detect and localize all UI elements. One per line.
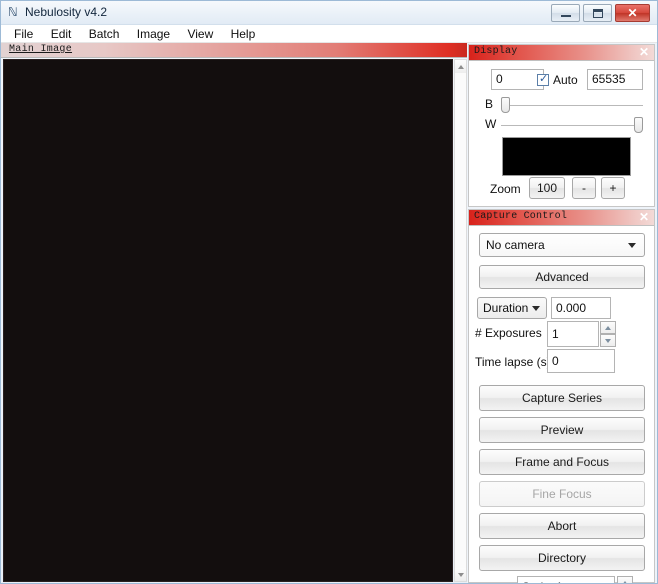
menu-item-file[interactable]: File <box>7 25 40 42</box>
scrollbar-track[interactable] <box>455 73 466 568</box>
black-slider-row: B <box>479 95 643 115</box>
app-icon: ℕ <box>8 5 18 19</box>
exposures-increment-button[interactable] <box>600 321 616 334</box>
time-lapse-label: Time lapse (s) <box>475 355 551 369</box>
chevron-down-icon <box>628 243 636 248</box>
black-slider-track[interactable] <box>501 105 643 106</box>
application-window: ℕ Nebulosity v4.2 ✕ File Edit Batch Imag… <box>0 0 658 584</box>
advanced-button[interactable]: Advanced <box>479 265 645 289</box>
tab-main-image[interactable]: Main Image <box>9 44 72 55</box>
capture-panel-body: No camera Advanced Duration 0.000 # Expo… <box>469 226 654 583</box>
menu-item-help[interactable]: Help <box>224 25 263 42</box>
duration-input[interactable]: 0.000 <box>551 297 611 319</box>
exposures-decrement-button[interactable] <box>600 334 616 347</box>
series-name-stepper[interactable] <box>617 576 633 583</box>
auto-checkbox[interactable] <box>537 72 549 86</box>
white-slider-thumb[interactable] <box>634 117 643 133</box>
black-slider-thumb[interactable] <box>501 97 510 113</box>
display-panel-body: 0 Auto 65535 B W <box>469 61 654 206</box>
maximize-button[interactable] <box>583 4 612 22</box>
main-image-pane: Main Image <box>1 43 467 583</box>
minimize-button[interactable] <box>551 4 580 22</box>
abort-button[interactable]: Abort <box>479 513 645 539</box>
display-panel: Display ✕ 0 Auto 65535 B <box>468 44 655 207</box>
menu-item-view[interactable]: View <box>180 25 220 42</box>
capture-panel-caption: Capture Control ✕ <box>469 210 654 226</box>
zoom-out-button[interactable]: - <box>572 177 596 199</box>
menubar: File Edit Batch Image View Help <box>1 25 657 43</box>
zoom-value-button[interactable]: 100 <box>529 177 565 199</box>
display-panel-caption: Display ✕ <box>469 45 654 61</box>
histogram-preview <box>502 137 631 176</box>
scroll-up-arrow-icon[interactable] <box>455 60 466 73</box>
zoom-label: Zoom <box>490 182 521 196</box>
close-icon: ✕ <box>627 6 638 20</box>
menu-item-edit[interactable]: Edit <box>44 25 79 42</box>
content-area: Main Image Display ✕ 0 ✓ Auto 65535 B W … <box>1 43 657 583</box>
capture-control-panel: Capture Control ✕ No camera Advanced Dur… <box>468 209 655 583</box>
camera-select-value: No camera <box>486 238 545 252</box>
close-window-button[interactable]: ✕ <box>615 4 650 22</box>
scroll-down-arrow-icon[interactable] <box>455 568 466 581</box>
display-panel-title: Display <box>474 46 518 57</box>
exposures-label: # Exposures <box>475 326 542 340</box>
white-level-input[interactable]: 65535 <box>587 69 643 90</box>
triangle-up-glyph <box>622 580 628 583</box>
menu-item-image[interactable]: Image <box>130 25 177 42</box>
capture-panel-title: Capture Control <box>474 211 568 222</box>
preview-button[interactable]: Preview <box>479 417 645 443</box>
maximize-icon <box>593 9 603 18</box>
exposures-input[interactable]: 1 <box>547 321 599 347</box>
black-slider-label: B <box>485 97 494 111</box>
right-dock: Display ✕ 0 Auto 65535 B <box>467 43 657 583</box>
fine-focus-button: Fine Focus <box>479 481 645 507</box>
camera-select[interactable]: No camera <box>479 233 645 257</box>
window-title: Nebulosity v4.2 <box>25 5 108 19</box>
zoom-in-button[interactable]: + <box>601 177 625 199</box>
display-panel-close-icon[interactable]: ✕ <box>638 45 650 59</box>
directory-button[interactable]: Directory <box>479 545 645 571</box>
auto-checkbox-label: Auto <box>553 73 578 87</box>
time-lapse-input[interactable]: 0 <box>547 349 615 373</box>
main-image-tabbar: Main Image <box>1 43 467 58</box>
capture-panel-close-icon[interactable]: ✕ <box>638 210 650 224</box>
frame-and-focus-button[interactable]: Frame and Focus <box>479 449 645 475</box>
series-name-increment-button[interactable] <box>617 576 633 583</box>
capture-series-button[interactable]: Capture Series <box>479 385 645 411</box>
white-slider-track[interactable] <box>501 125 643 126</box>
minimize-icon <box>561 15 571 17</box>
menu-item-batch[interactable]: Batch <box>82 25 127 42</box>
triangle-down-glyph <box>457 572 464 577</box>
exposures-stepper[interactable] <box>600 321 616 347</box>
duration-mode-value: Duration <box>483 301 529 315</box>
triangle-up-glyph <box>605 325 611 330</box>
series-name-input[interactable]: Series1 <box>517 576 615 583</box>
duration-mode-select[interactable]: Duration <box>477 297 547 319</box>
chevron-down-icon <box>532 306 540 311</box>
white-slider-row: W <box>479 115 643 135</box>
white-slider-label: W <box>485 117 497 131</box>
window-titlebar: ℕ Nebulosity v4.2 ✕ <box>1 1 657 25</box>
image-vertical-scrollbar[interactable] <box>454 59 467 582</box>
triangle-up-glyph <box>457 64 464 69</box>
image-canvas[interactable] <box>3 59 453 582</box>
triangle-down-glyph <box>605 338 611 343</box>
